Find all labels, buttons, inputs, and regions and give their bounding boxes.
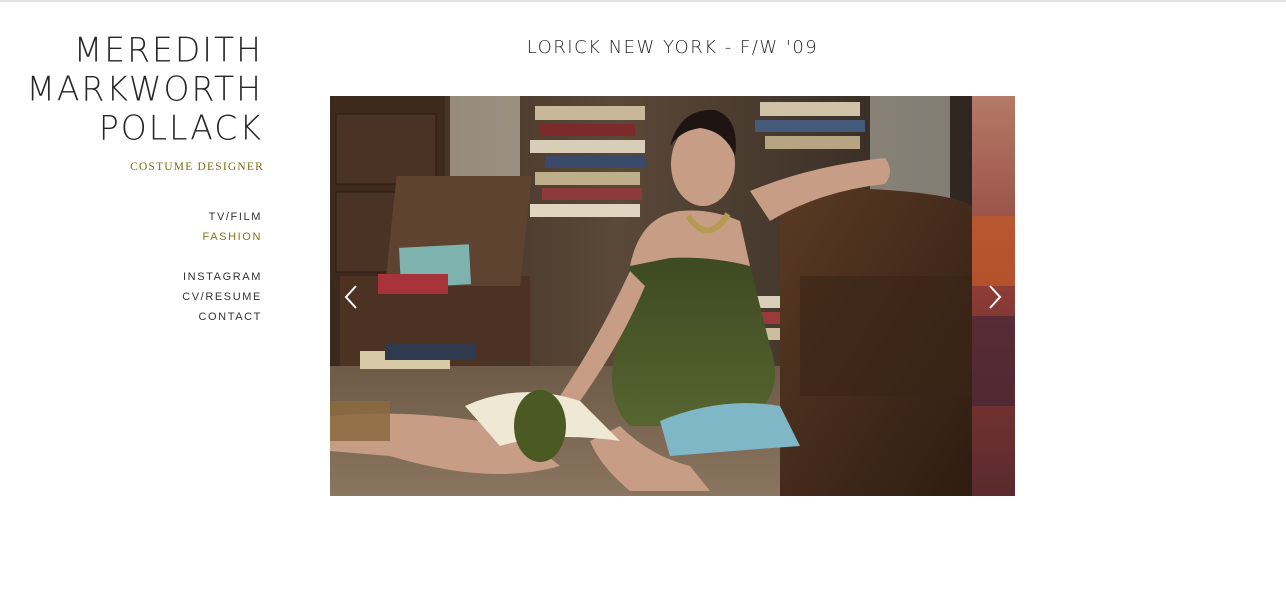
logo-line-1: MEREDITH bbox=[73, 29, 263, 70]
logo-line-3: POLLACK bbox=[98, 107, 263, 148]
site-subtitle: COSTUME DESIGNER bbox=[130, 161, 264, 173]
top-rule bbox=[0, 0, 1286, 2]
chevron-left-icon[interactable] bbox=[338, 282, 366, 312]
nav-item-cv-resume[interactable]: CV/RESUME bbox=[0, 287, 262, 307]
nav-item-contact[interactable]: CONTACT bbox=[0, 307, 262, 327]
nav-item-tv-film[interactable]: TV/FILM bbox=[0, 207, 262, 227]
slide-image bbox=[330, 96, 972, 496]
secondary-nav: INSTAGRAM CV/RESUME CONTACT bbox=[0, 267, 264, 327]
site-logo[interactable]: MEREDITH MARKWORTH POLLACK bbox=[0, 29, 264, 148]
primary-nav: TV/FILM FASHION bbox=[0, 207, 264, 247]
logo-line-2: MARKWORTH bbox=[26, 68, 263, 109]
slideshow[interactable] bbox=[330, 96, 1015, 496]
nav-item-fashion[interactable]: FASHION bbox=[0, 227, 262, 247]
gallery-title: LORICK NEW YORK - F/W '09 bbox=[526, 37, 819, 58]
sidebar: MEREDITH MARKWORTH POLLACK COSTUME DESIG… bbox=[0, 29, 264, 327]
nav-item-instagram[interactable]: INSTAGRAM bbox=[0, 267, 262, 287]
chevron-right-icon[interactable] bbox=[980, 282, 1008, 312]
